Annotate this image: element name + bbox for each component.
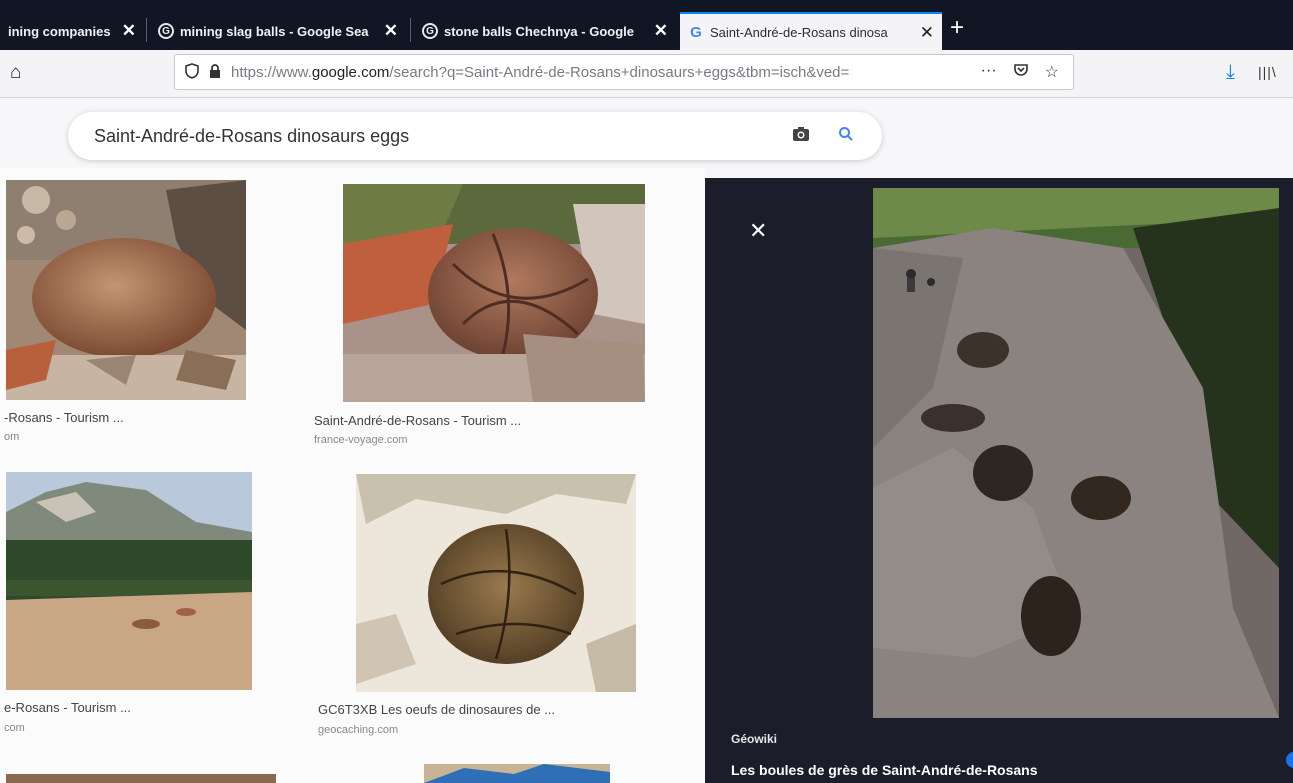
tab-mining-slag-balls[interactable]: G mining slag balls - Google Sea ✕ [150, 12, 406, 50]
bookmark-star-icon[interactable]: ☆ [1045, 62, 1059, 83]
preview-title[interactable]: Les boules de grès de Saint-André-de-Ros… [731, 762, 1038, 778]
search-input[interactable]: Saint-André-de-Rosans dinosaurs eggs [94, 126, 409, 147]
result-caption[interactable]: Saint-André-de-Rosans - Tourism ... [314, 413, 521, 428]
result-image-2[interactable] [343, 184, 645, 402]
tab-separator [146, 18, 147, 42]
url-bar[interactable]: https://www.google.com/search?q=Saint-An… [174, 54, 1074, 90]
search-icon[interactable] [838, 126, 854, 147]
url-text[interactable]: https://www.google.com/search?q=Saint-An… [231, 64, 951, 81]
result-source[interactable]: france-voyage.com [314, 434, 408, 446]
page-actions-icon[interactable]: ··· [981, 62, 997, 83]
result-image-1[interactable] [6, 180, 246, 400]
google-favicon-icon: G [158, 23, 174, 39]
tab-separator [410, 18, 411, 42]
close-tab-icon[interactable]: ✕ [122, 21, 136, 41]
close-tab-icon[interactable]: ✕ [920, 23, 934, 43]
result-image-3[interactable] [6, 472, 252, 690]
result-caption[interactable]: e-Rosans - Tourism ... [4, 700, 131, 715]
result-image-4[interactable] [356, 474, 636, 692]
result-source[interactable]: geocaching.com [318, 724, 398, 736]
result-caption[interactable]: -Rosans - Tourism ... [4, 410, 124, 425]
preview-image[interactable] [873, 188, 1279, 718]
new-tab-button[interactable]: + [950, 14, 964, 42]
result-source[interactable]: com [4, 722, 25, 734]
google-favicon-icon: G [422, 23, 438, 39]
lock-icon[interactable] [209, 63, 221, 81]
tab-mining-companies[interactable]: ining companies ✕ [0, 12, 144, 50]
camera-search-icon[interactable] [792, 126, 810, 147]
close-tab-icon[interactable]: ✕ [384, 21, 398, 41]
result-caption[interactable]: GC6T3XB Les oeufs de dinosaures de ... [318, 702, 555, 717]
tab-title: stone balls Chechnya - Google [444, 23, 634, 39]
tab-title: mining slag balls - Google Sea [180, 23, 369, 39]
tab-stone-balls-chechnya[interactable]: G stone balls Chechnya - Google ✕ [414, 12, 676, 50]
tab-title: ining companies [8, 23, 111, 39]
google-favicon-icon: G [690, 23, 702, 41]
tab-bar: ining companies ✕ G mining slag balls - … [0, 0, 1293, 50]
image-results: -Rosans - Tourism ... om Saint-André-de-… [0, 168, 705, 783]
close-tab-icon[interactable]: ✕ [654, 21, 668, 41]
search-box[interactable]: Saint-André-de-Rosans dinosaurs eggs [68, 112, 882, 160]
tab-saint-andre-active[interactable]: G Saint-André-de-Rosans dinosa ✕ [680, 12, 942, 50]
navigation-bar: ⌂ https://www.google.com/search?q=Saint-… [0, 50, 1293, 98]
image-preview-panel: ✕ Géowiki Les boules de grès de Saint-An… [705, 178, 1293, 783]
result-source[interactable]: om [4, 431, 19, 443]
screen: ining companies ✕ G mining slag balls - … [0, 0, 1293, 783]
home-icon[interactable]: ⌂ [10, 62, 21, 84]
pocket-icon[interactable] [1013, 62, 1029, 83]
tab-title: Saint-André-de-Rosans dinosa [710, 24, 888, 40]
library-icon[interactable]: |||\ [1258, 64, 1277, 80]
close-preview-icon[interactable]: ✕ [749, 218, 767, 244]
result-image-6[interactable] [424, 764, 610, 783]
preview-source[interactable]: Géowiki [731, 732, 777, 746]
tracking-shield-icon[interactable] [185, 62, 199, 82]
download-icon[interactable]: ⤓ [1226, 61, 1235, 84]
result-image-5[interactable] [6, 774, 276, 783]
